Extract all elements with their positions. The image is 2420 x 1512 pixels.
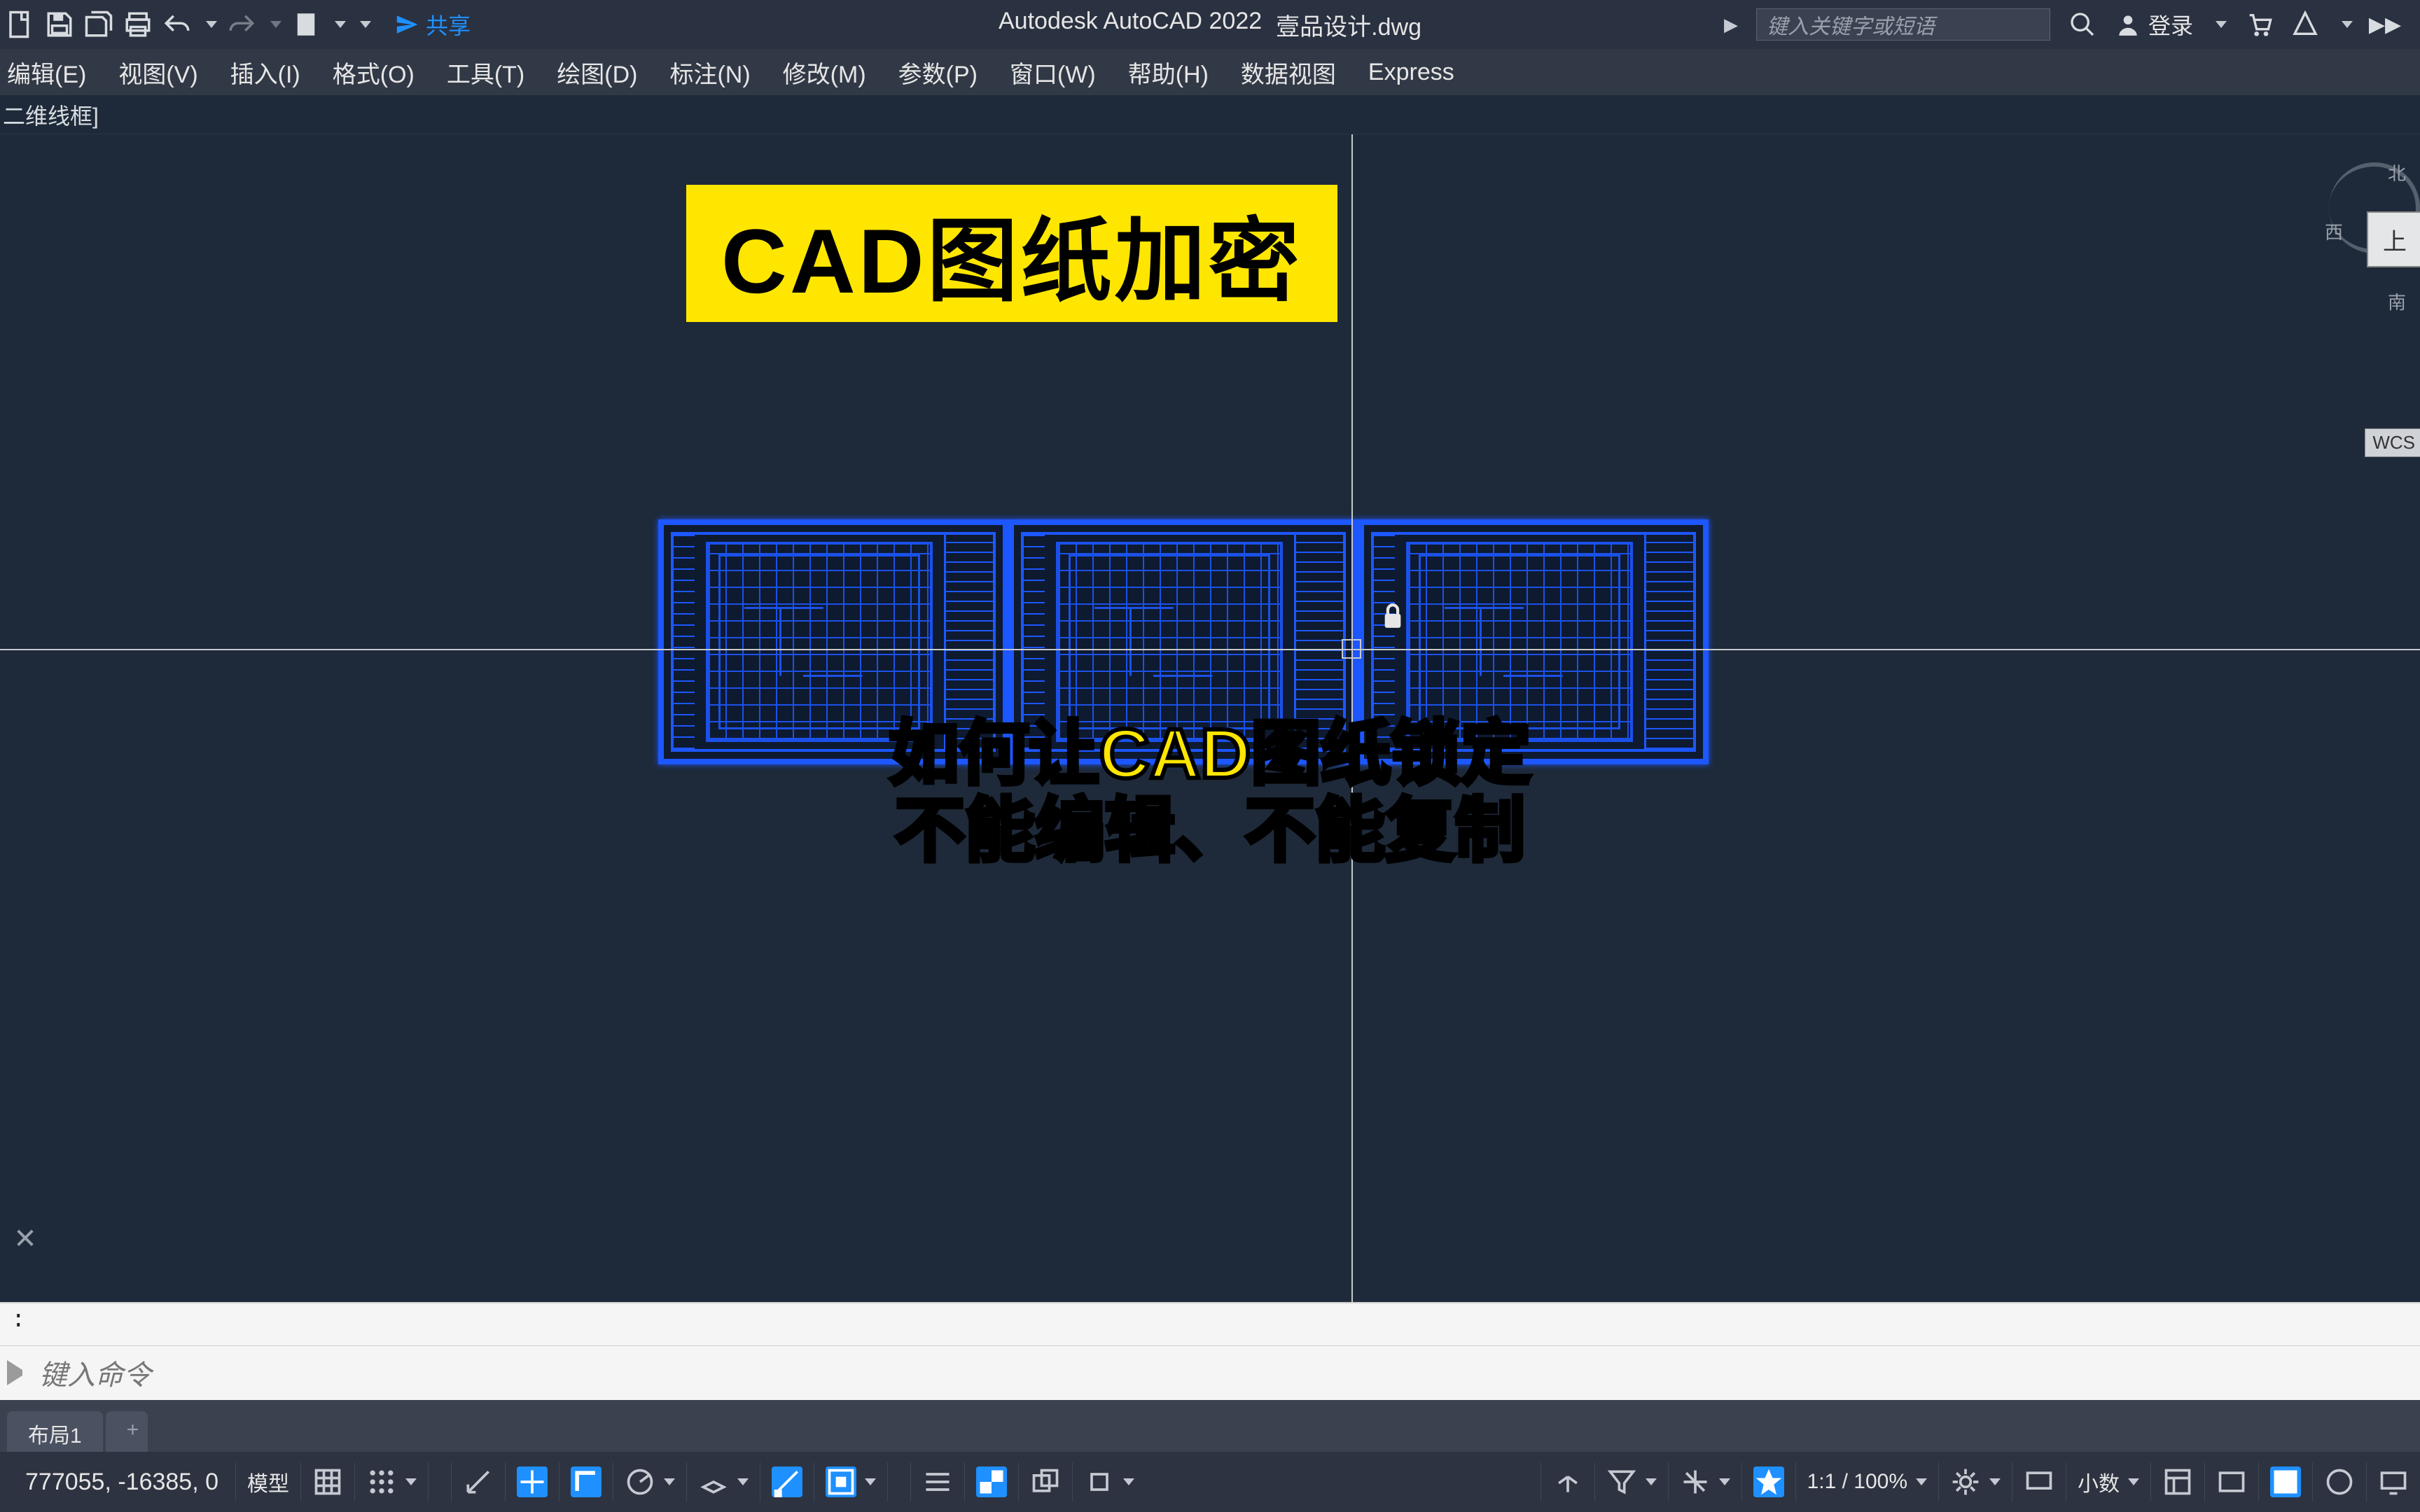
page-icon[interactable] — [291, 10, 321, 39]
viewcube-top[interactable]: 上 — [2367, 211, 2420, 267]
compass-west: 西 — [2325, 218, 2343, 244]
polar-icon[interactable] — [625, 1466, 655, 1497]
cleanscreen-icon[interactable] — [2378, 1466, 2409, 1497]
menu-format[interactable]: 格式(O) — [333, 55, 415, 90]
compass-south: 南 — [2388, 288, 2406, 314]
expand-icon[interactable]: ▶▶ — [2371, 10, 2399, 38]
menu-dataview[interactable]: 数据视图 — [1241, 55, 1336, 90]
viewcube[interactable]: 上 北 西 南 WCS — [2315, 162, 2420, 344]
command-window: : 键入命令 — [0, 1302, 2420, 1400]
autodesk-dropdown-icon[interactable] — [2342, 21, 2353, 28]
search-icon[interactable] — [2068, 10, 2096, 38]
menu-dim[interactable]: 标注(N) — [669, 55, 750, 90]
transparency-icon[interactable] — [976, 1466, 1007, 1497]
new-icon[interactable] — [6, 10, 35, 39]
layout-tab-1[interactable]: 布局1 — [7, 1411, 103, 1452]
cursor-pickbox — [1342, 639, 1361, 659]
page-dropdown-icon[interactable] — [335, 21, 346, 28]
wcs-label[interactable]: WCS — [2365, 428, 2420, 457]
menu-param[interactable]: 参数(P) — [898, 55, 978, 90]
redo-icon[interactable] — [227, 10, 256, 39]
title-right-tools: ▶ 键入关键字或短语 登录 ▶▶ — [1724, 8, 2399, 41]
menu-draw[interactable]: 绘图(D) — [557, 55, 637, 90]
title-bar: 共享 Autodesk AutoCAD 2022 壹品设计.dwg ▶ 键入关键… — [0, 0, 2420, 49]
command-caret-icon — [7, 1360, 32, 1385]
status-coords[interactable]: 777055, -16385, 0 — [0, 1469, 235, 1496]
isodraft-icon[interactable] — [698, 1466, 729, 1497]
hardware-icon[interactable] — [2324, 1466, 2355, 1497]
overlay-headline: CAD图纸加密 — [686, 185, 1337, 322]
autodesk-icon[interactable] — [2291, 10, 2319, 38]
layout-tabs: 布局1 + — [0, 1400, 2420, 1452]
3dosnap-icon[interactable] — [1084, 1466, 1115, 1497]
menu-express[interactable]: Express — [1368, 59, 1454, 86]
play-icon[interactable]: ▶ — [1724, 14, 1738, 36]
share-button[interactable]: 共享 — [395, 8, 471, 41]
visual-style-label[interactable]: 二维线框] — [0, 95, 2420, 134]
login-dropdown-icon[interactable] — [2216, 21, 2227, 28]
infer-icon[interactable] — [463, 1466, 494, 1497]
osnap-icon[interactable] — [772, 1466, 802, 1497]
workspace-icon[interactable] — [2024, 1466, 2054, 1497]
login-label: 登录 — [2148, 8, 2193, 41]
search-input[interactable]: 键入关键字或短语 — [1756, 8, 2050, 41]
annotation-icon[interactable] — [1753, 1466, 1784, 1497]
share-label: 共享 — [426, 8, 471, 41]
isolate-icon[interactable] — [2270, 1466, 2301, 1497]
status-bar: 777055, -16385, 0 模型 1:1 / 100% 小数 — [0, 1452, 2420, 1512]
undo-icon[interactable] — [162, 10, 192, 39]
status-space[interactable]: 模型 — [235, 1462, 300, 1502]
quickprops-icon[interactable] — [2162, 1466, 2193, 1497]
save-icon[interactable] — [45, 10, 74, 39]
login-button[interactable]: 登录 — [2115, 8, 2193, 41]
dynamic-input-icon[interactable] — [517, 1466, 548, 1497]
snap-icon[interactable] — [366, 1466, 397, 1497]
command-input[interactable]: 键入命令 — [39, 1352, 2413, 1393]
close-corner-icon[interactable]: ✕ — [4, 1218, 46, 1260]
filter-icon[interactable] — [1606, 1466, 1637, 1497]
menu-insert[interactable]: 插入(I) — [230, 55, 300, 90]
gear-icon[interactable] — [1950, 1466, 1981, 1497]
lock-icon — [1381, 602, 1405, 631]
status-scale[interactable]: 1:1 / 100% — [1795, 1462, 1938, 1502]
menu-modify[interactable]: 修改(M) — [783, 55, 866, 90]
status-units[interactable]: 小数 — [2066, 1462, 2150, 1502]
crosshair-horizontal — [0, 649, 2420, 650]
redo-dropdown-icon[interactable] — [270, 21, 281, 28]
menu-edit[interactable]: 编辑(E) — [7, 55, 86, 90]
menu-help[interactable]: 帮助(H) — [1128, 55, 1209, 90]
overlay-subtitle: 如何让CAD图纸锁定 不能编辑、不能复制 — [889, 715, 1531, 869]
app-title: Autodesk AutoCAD 2022 壹品设计.dwg — [999, 8, 1421, 42]
command-history: : — [0, 1303, 2420, 1345]
ortho-icon[interactable] — [571, 1466, 601, 1497]
lineweight-icon[interactable] — [922, 1466, 953, 1497]
selection-cycling-icon[interactable] — [1030, 1466, 1061, 1497]
command-line[interactable]: 键入命令 — [0, 1345, 2420, 1399]
grid-icon[interactable] — [312, 1466, 343, 1497]
menu-view[interactable]: 视图(V) — [118, 55, 197, 90]
layout-tab-add[interactable]: + — [106, 1411, 148, 1452]
drawing-canvas[interactable]: CAD图纸加密 如何让CAD图纸锁定 不能编辑、不能复制 上 北 西 南 WCS… — [0, 134, 2420, 1302]
print-icon[interactable] — [123, 10, 153, 39]
lock-ui-icon[interactable] — [2216, 1466, 2247, 1497]
save-all-icon[interactable] — [84, 10, 113, 39]
gizmo-icon[interactable] — [1680, 1466, 1711, 1497]
undo-dropdown-icon[interactable] — [206, 21, 217, 28]
3d-ucs-icon[interactable] — [1552, 1466, 1583, 1497]
cart-icon[interactable] — [2245, 10, 2273, 38]
search-placeholder: 键入关键字或短语 — [1767, 9, 1935, 40]
compass-north: 北 — [2388, 160, 2406, 186]
menu-tools[interactable]: 工具(T) — [447, 55, 524, 90]
quick-access-toolbar: 共享 — [6, 8, 471, 41]
doc-name: 壹品设计.dwg — [1276, 8, 1421, 42]
menu-window[interactable]: 窗口(W) — [1010, 55, 1096, 90]
qat-more-icon[interactable] — [360, 21, 371, 28]
menu-bar: 编辑(E) 视图(V) 插入(I) 格式(O) 工具(T) 绘图(D) 标注(N… — [0, 49, 2420, 95]
osnap2-icon[interactable] — [826, 1466, 856, 1497]
app-name: Autodesk AutoCAD 2022 — [999, 8, 1262, 42]
